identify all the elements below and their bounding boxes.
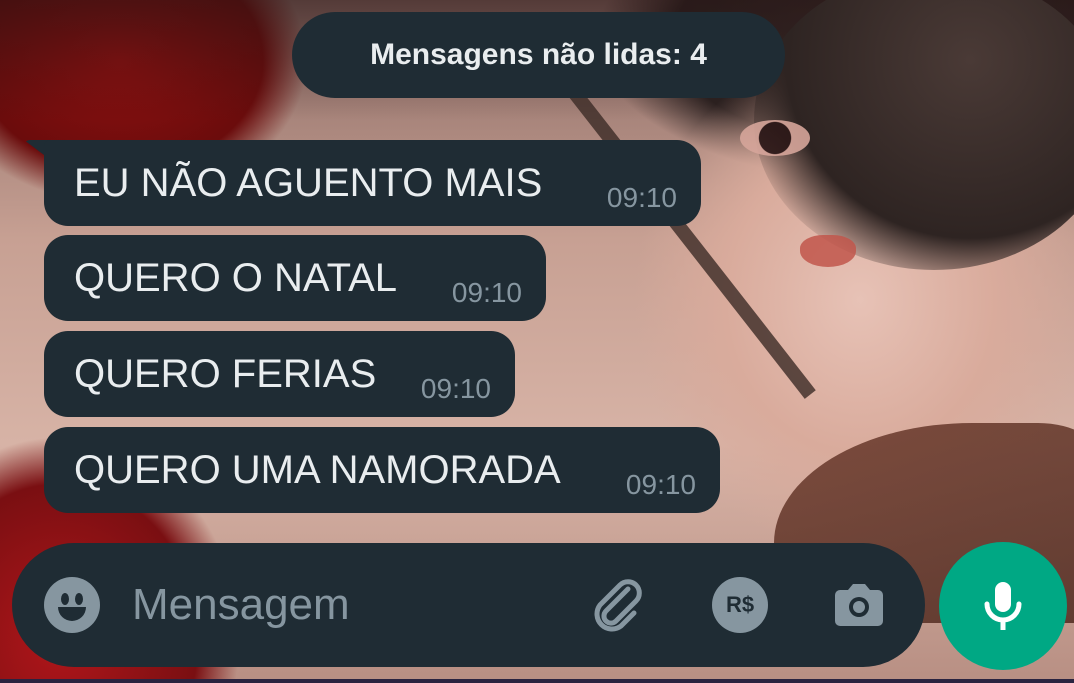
paperclip-icon xyxy=(594,579,642,632)
unread-messages-banner: Mensagens não lidas: 4 xyxy=(292,12,785,98)
microphone-button[interactable] xyxy=(939,542,1067,670)
wallpaper-eye xyxy=(740,120,810,156)
message-composer: R$ xyxy=(12,543,925,667)
message-time: 09:10 xyxy=(606,182,677,213)
emoji-eye-left xyxy=(61,593,69,605)
message-text: QUERO O NATAL xyxy=(74,256,398,300)
message-time: 09:10 xyxy=(420,373,491,404)
message-text: EU NÃO AGUENTO MAIS xyxy=(74,161,543,205)
message-time: 09:10 xyxy=(451,277,522,308)
payment-button[interactable]: R$ xyxy=(706,571,774,639)
camera-button[interactable] xyxy=(825,571,893,639)
microphone-icon xyxy=(984,582,1022,630)
payment-label: R$ xyxy=(725,592,755,617)
payment-icon: R$ xyxy=(712,577,768,633)
message-bubble[interactable]: EU NÃO AGUENTO MAIS 09:10 xyxy=(44,140,701,226)
message-time: 09:10 xyxy=(625,469,696,500)
wallpaper-bottom-edge xyxy=(0,679,1074,683)
message-bubble[interactable]: QUERO UMA NAMORADA 09:10 xyxy=(44,427,720,513)
unread-messages-text: Mensagens não lidas: 4 xyxy=(370,38,707,71)
message-bubble[interactable]: QUERO O NATAL 09:10 xyxy=(44,235,546,321)
message-bubble[interactable]: QUERO FERIAS 09:10 xyxy=(44,331,515,417)
message-text: QUERO FERIAS xyxy=(74,352,377,396)
message-text: QUERO UMA NAMORADA xyxy=(74,448,561,492)
emoji-icon[interactable] xyxy=(44,577,100,633)
emoji-mouth xyxy=(58,607,86,621)
message-input[interactable] xyxy=(132,565,552,645)
wallpaper-lips xyxy=(800,235,856,267)
emoji-eye-right xyxy=(75,593,83,605)
attach-button[interactable] xyxy=(584,571,652,639)
camera-icon xyxy=(835,584,883,626)
